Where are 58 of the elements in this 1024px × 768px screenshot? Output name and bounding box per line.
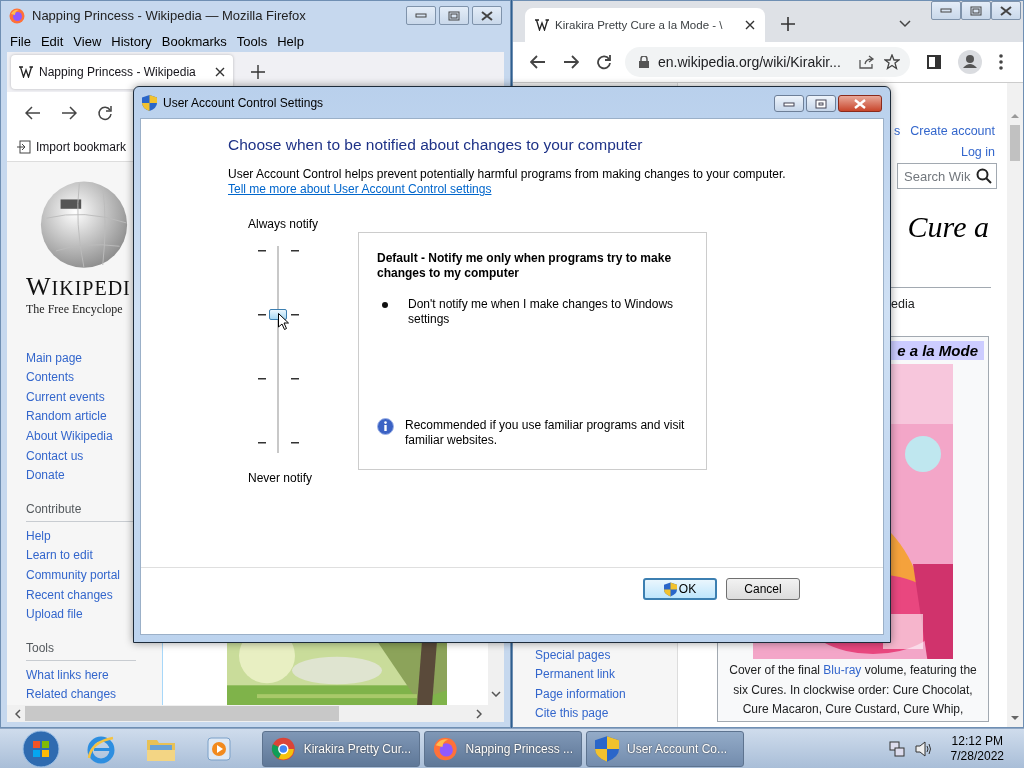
browser-tab[interactable]: Kirakira Pretty Cure a la Mode - \ (525, 8, 765, 42)
bullet-text: Don't notify me when I make changes to Windows settings (408, 297, 675, 327)
sidebar-link[interactable]: Related changes (26, 685, 117, 705)
sidebar-link[interactable]: Help (26, 526, 51, 547)
sidebar-link[interactable]: Contact us (26, 446, 84, 467)
tab-title: Napping Princess - Wikipedia (39, 65, 196, 79)
header-link[interactable]: Create account (910, 121, 995, 142)
wikipedia-wordmark: WIKIPEDI (26, 271, 131, 302)
taskbar-button[interactable]: Napping Princess ... (424, 730, 582, 767)
address-bar[interactable]: en.wikipedia.org/wiki/Kirakir... (625, 47, 910, 77)
sidebar-link[interactable]: Main page (26, 348, 83, 369)
recommendation-text: Recommended if you use familiar programs and visit familiar websites. (405, 418, 686, 448)
site-tagline: edia (891, 297, 916, 311)
sidebar-link[interactable]: Learn to edit (26, 546, 93, 567)
menu-item[interactable]: Bookmarks (157, 33, 231, 49)
help-link[interactable]: Tell me more about User Account Control settings (228, 182, 492, 196)
sidebar-link[interactable]: Contents (26, 368, 75, 388)
sidebar-link[interactable]: Upload file (26, 605, 83, 625)
sidebar-link[interactable]: Current events (26, 387, 105, 408)
menu-item[interactable]: File (6, 33, 35, 49)
article-title: Cure a (906, 209, 990, 245)
sidebar-link[interactable]: What links here (26, 665, 109, 686)
sidebar-link[interactable]: Random article (26, 407, 107, 428)
search-field[interactable]: Search Wik (897, 163, 997, 189)
menu-item[interactable]: View (69, 33, 106, 49)
header-link[interactable]: s (893, 121, 901, 142)
clock-date[interactable]: 7/28/2022 (950, 748, 1004, 764)
window-title: Napping Princess - Wikipedia — Mozilla Firefox (32, 8, 306, 23)
sidebar-link[interactable]: Special pages (535, 645, 611, 666)
ok-button[interactable]: OK (643, 578, 717, 600)
level-title: Default - Notify me only when programs try to make changes to my computer (377, 251, 673, 281)
window-title: User Account Control Settings (163, 95, 324, 110)
dialog-heading: Choose when to be notified about changes to your computer (228, 135, 644, 155)
tagline: The Free Encyclope (26, 301, 123, 317)
cancel-button[interactable]: Cancel (726, 578, 800, 600)
bookmark-item[interactable]: Import bookmark (17, 140, 127, 154)
login-link[interactable]: Log in (960, 142, 995, 163)
description-text: User Account Control helps prevent potentially harmful programs from making changes to your computer. (228, 167, 787, 182)
slider-label: Never notify (248, 471, 314, 486)
sidebar-link[interactable]: Permanent link (535, 665, 616, 685)
sidebar-link[interactable]: Cite this page (535, 704, 609, 724)
sidebar-link[interactable]: Donate (26, 466, 65, 486)
tab-title: Kirakira Pretty Cure a la Mode - \ (555, 19, 723, 31)
browser-tab[interactable]: Napping Princess - Wikipedia (11, 55, 233, 89)
menu-item[interactable]: Help (273, 33, 308, 49)
taskbar-button[interactable]: Kirakira Pretty Cur... (262, 730, 420, 767)
sidebar-link[interactable]: Page information (535, 684, 626, 705)
menu-item[interactable]: History (107, 33, 156, 49)
taskbar-button[interactable]: User Account Co... (586, 730, 744, 767)
sidebar-link[interactable]: Recent changes (26, 585, 113, 606)
image-caption: Cover of the final Blu-ray volume, featuring the six Cures. In clockwise order: Cure Chocolat, Cure Macaron, Cure Custard, Cure Whip, (728, 662, 978, 718)
menu-item[interactable]: Edit (36, 33, 68, 49)
clock-time[interactable]: 12:12 PM (951, 733, 1003, 749)
slider-label: Always notify (248, 217, 320, 232)
sidebar-link[interactable]: About Wikipedia (26, 427, 113, 447)
sidebar-link[interactable]: Community portal (26, 566, 121, 586)
caption-link[interactable]: Blu-ray (823, 663, 862, 677)
menu-item[interactable]: Tools (232, 33, 272, 49)
